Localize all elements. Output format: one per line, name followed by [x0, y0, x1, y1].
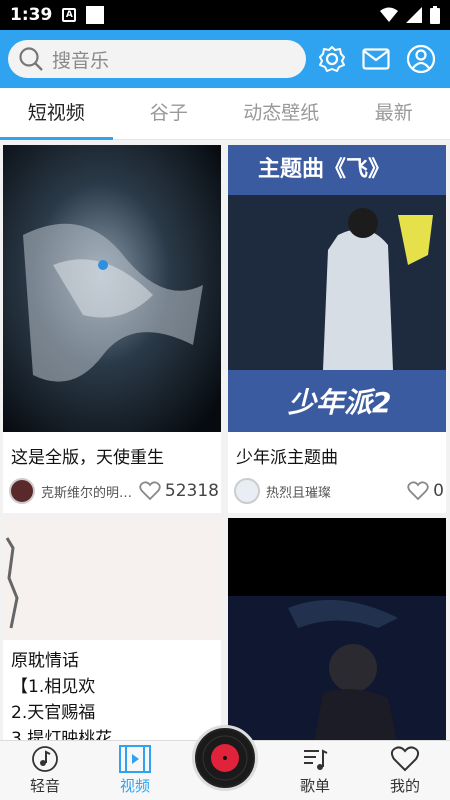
- video-thumbnail[interactable]: [228, 518, 446, 740]
- app-header: 搜音乐: [0, 30, 450, 88]
- thumbnail-caption-top: 主题曲《飞》: [258, 157, 391, 182]
- video-thumbnail[interactable]: [3, 145, 221, 432]
- nav-item-video[interactable]: 视频: [90, 741, 180, 800]
- nav-item-light-music[interactable]: 轻音: [0, 741, 90, 800]
- nav-item-playlist[interactable]: 歌单: [270, 741, 360, 800]
- gear-icon[interactable]: [318, 45, 346, 73]
- heart-icon: [390, 746, 420, 772]
- heart-outline-icon: [407, 481, 429, 501]
- nav-label: 视频: [119, 777, 150, 795]
- status-time: 1:39: [10, 5, 53, 25]
- vinyl-play-button[interactable]: [192, 725, 258, 791]
- video-card[interactable]: 这是全版，天使重生 克斯维尔的明… 52318: [3, 145, 221, 513]
- user-icon[interactable]: [406, 44, 436, 74]
- like-counter[interactable]: 52318: [139, 481, 219, 501]
- video-thumbnail[interactable]: [3, 518, 221, 640]
- mail-icon[interactable]: [362, 48, 390, 70]
- video-card[interactable]: [228, 518, 446, 740]
- heart-outline-icon: [139, 481, 161, 501]
- wifi-icon: [380, 7, 398, 22]
- nav-item-mine[interactable]: 我的: [360, 741, 450, 800]
- like-counter[interactable]: 0: [407, 481, 444, 501]
- search-input[interactable]: 搜音乐: [8, 40, 306, 78]
- video-card[interactable]: 原耽情话 【1.相见欢 2.天官赐福 3.提灯映桃花: [3, 518, 221, 740]
- video-grid: 这是全版，天使重生 克斯维尔的明… 52318 主题曲《飞》 少年派2 少年派主: [0, 142, 450, 740]
- video-card[interactable]: 主题曲《飞》 少年派2 少年派主题曲 热烈且璀璨 0: [228, 145, 446, 513]
- signal-icon: [406, 7, 422, 23]
- like-count: 0: [433, 481, 444, 501]
- author-name[interactable]: 热烈且璀璨: [266, 482, 358, 501]
- nav-label: 我的: [389, 777, 420, 795]
- battery-icon: [430, 6, 440, 24]
- card-title-multiline: 原耽情话 【1.相见欢 2.天官赐福 3.提灯映桃花: [11, 648, 112, 740]
- music-note-icon: [32, 746, 58, 772]
- card-meta: 热烈且璀璨 0: [234, 477, 444, 505]
- author-name[interactable]: 克斯维尔的明…: [41, 482, 133, 501]
- thumbnail-caption-bottom: 少年派2: [288, 386, 392, 419]
- video-thumbnail[interactable]: 主题曲《飞》 少年派2: [228, 145, 446, 432]
- card-meta: 克斯维尔的明… 52318: [9, 477, 219, 505]
- card-title-line: 3.提灯映桃花: [11, 729, 113, 740]
- tab-short-video[interactable]: 短视频: [0, 88, 113, 140]
- status-bar: 1:39 A: [0, 0, 450, 30]
- like-count: 52318: [164, 481, 219, 501]
- card-title: 少年派主题曲: [236, 448, 338, 468]
- nav-label: 轻音: [29, 777, 60, 795]
- tab-latest[interactable]: 最新: [338, 88, 450, 139]
- avatar[interactable]: [234, 478, 260, 504]
- category-tabs: 短视频 谷子 动态壁纸 最新: [0, 88, 450, 140]
- nav-label: 歌单: [299, 777, 330, 795]
- vinyl-record-icon: [197, 730, 253, 786]
- tab-live-wallpaper[interactable]: 动态壁纸: [225, 88, 338, 139]
- card-title: 这是全版，天使重生: [11, 448, 164, 468]
- avatar[interactable]: [9, 478, 35, 504]
- search-placeholder: 搜音乐: [52, 49, 110, 72]
- tab-guzi[interactable]: 谷子: [113, 88, 226, 139]
- notification-icon: A: [62, 8, 77, 22]
- notification-square-icon: [86, 6, 105, 24]
- video-icon: [119, 745, 151, 773]
- search-icon: [19, 47, 43, 71]
- card-title-line: 2.天官赐福: [11, 703, 96, 723]
- card-title-line: 【1.相见欢: [11, 677, 96, 697]
- card-title-line: 原耽情话: [11, 651, 79, 671]
- playlist-icon: [304, 749, 328, 770]
